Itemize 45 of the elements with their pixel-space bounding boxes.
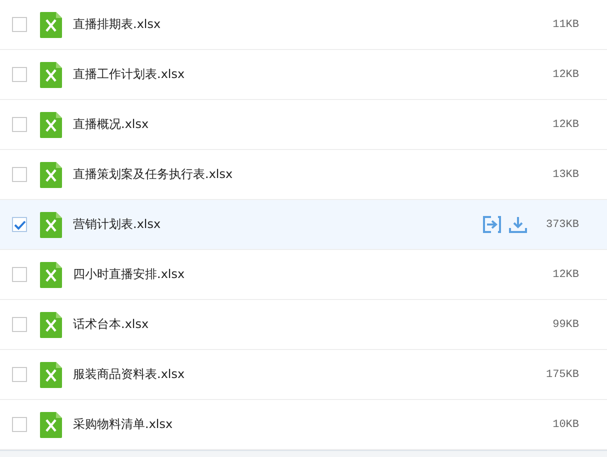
file-size: 99KB — [552, 318, 579, 330]
spreadsheet-file-icon — [40, 112, 62, 138]
file-name[interactable]: 营销计划表.xlsx — [73, 216, 483, 233]
file-size: 12KB — [552, 268, 579, 280]
file-name[interactable]: 服装商品资料表.xlsx — [73, 366, 483, 383]
file-row[interactable]: 四小时直播安排.xlsx 12KB — [0, 250, 607, 300]
file-name[interactable]: 直播策划案及任务执行表.xlsx — [73, 166, 483, 183]
checkbox[interactable] — [12, 67, 27, 82]
spreadsheet-file-icon — [40, 12, 62, 38]
file-name[interactable]: 直播工作计划表.xlsx — [73, 66, 483, 83]
file-size: 175KB — [544, 368, 579, 380]
file-row[interactable]: 营销计划表.xlsx 373KB — [0, 200, 607, 250]
checkbox[interactable] — [12, 317, 27, 332]
move-to-icon[interactable] — [483, 216, 501, 233]
checkbox[interactable] — [12, 17, 27, 32]
spreadsheet-file-icon — [40, 362, 62, 388]
spreadsheet-file-icon — [40, 62, 62, 88]
file-name[interactable]: 四小时直播安排.xlsx — [73, 266, 483, 283]
checkbox[interactable] — [12, 117, 27, 132]
file-row[interactable]: 话术台本.xlsx 99KB — [0, 300, 607, 350]
file-size: 10KB — [552, 418, 579, 430]
spreadsheet-file-icon — [40, 162, 62, 188]
checkbox[interactable] — [12, 367, 27, 382]
file-row[interactable]: 直播概况.xlsx 12KB — [0, 100, 607, 150]
checkbox[interactable] — [12, 267, 27, 282]
checkbox[interactable] — [12, 167, 27, 182]
spreadsheet-file-icon — [40, 312, 62, 338]
file-size: 373KB — [544, 218, 579, 230]
spreadsheet-file-icon — [40, 412, 62, 438]
file-name[interactable]: 话术台本.xlsx — [73, 316, 483, 333]
checkbox[interactable] — [12, 417, 27, 432]
file-size: 13KB — [552, 168, 579, 180]
checkbox[interactable] — [12, 217, 27, 232]
file-name[interactable]: 直播排期表.xlsx — [73, 16, 483, 33]
file-size: 12KB — [552, 68, 579, 80]
spreadsheet-file-icon — [40, 212, 62, 238]
file-row[interactable]: 直播排期表.xlsx 11KB — [0, 0, 607, 50]
file-name[interactable]: 直播概况.xlsx — [73, 116, 483, 133]
file-row[interactable]: 直播工作计划表.xlsx 12KB — [0, 50, 607, 100]
file-size: 12KB — [552, 118, 579, 130]
spreadsheet-file-icon — [40, 262, 62, 288]
file-size: 11KB — [552, 18, 579, 30]
file-name[interactable]: 采购物料清单.xlsx — [73, 416, 483, 433]
file-row[interactable]: 服装商品资料表.xlsx 175KB — [0, 350, 607, 400]
download-icon[interactable] — [509, 216, 527, 233]
